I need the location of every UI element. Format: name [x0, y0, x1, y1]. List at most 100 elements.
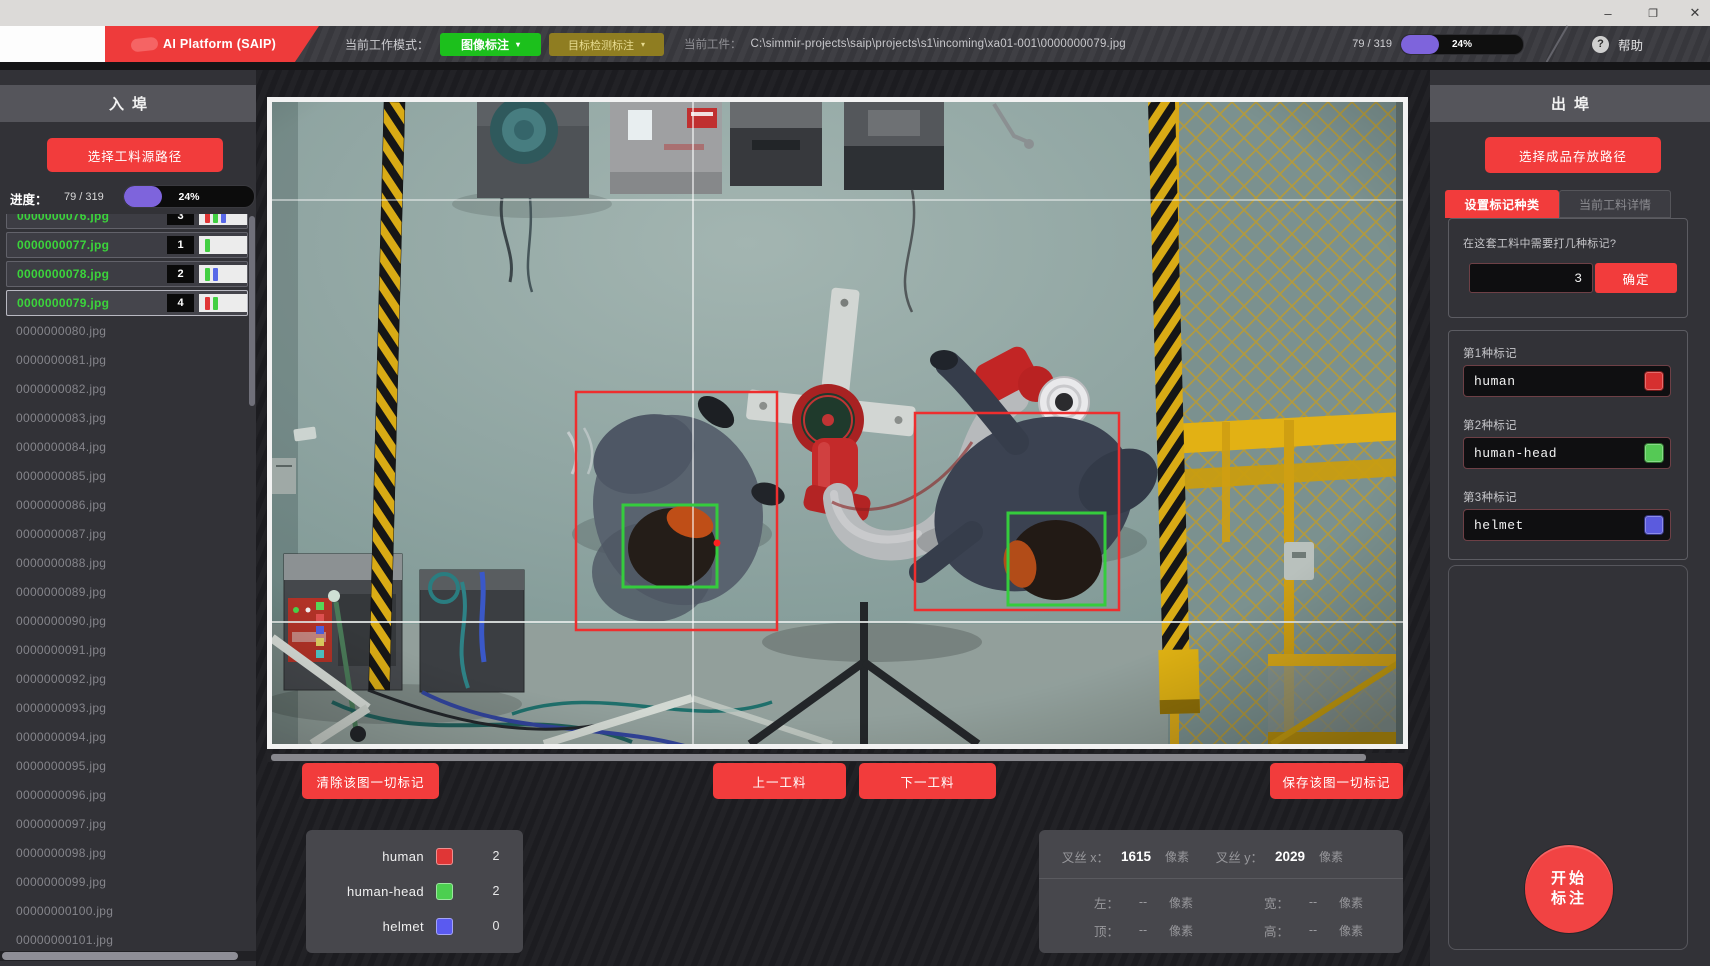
file-list-item[interactable]: 0000000086.jpg — [6, 493, 246, 517]
file-name: 0000000079.jpg — [17, 296, 109, 310]
label-count-input[interactable]: 3 — [1469, 263, 1593, 293]
file-list-item[interactable]: 0000000076.jpg3 — [6, 214, 248, 229]
label-type-group: 第2种标记 human-head — [1463, 417, 1675, 479]
help-icon: ? — [1592, 36, 1609, 53]
tab-current-item-details[interactable]: 当前工料详情 — [1559, 190, 1671, 218]
file-name: 0000000090.jpg — [16, 614, 106, 628]
label-type-title: 第2种标记 — [1463, 417, 1675, 433]
label-name-input[interactable]: human-head — [1463, 437, 1671, 469]
file-name: 00000000101.jpg — [16, 933, 113, 947]
confirm-button[interactable]: 确定 — [1595, 263, 1677, 293]
file-list-item[interactable]: 0000000094.jpg — [6, 725, 246, 749]
file-name: 0000000094.jpg — [16, 730, 106, 744]
label-types-group: 第1种标记human第2种标记human-head第3种标记helmet — [1448, 330, 1688, 560]
label-name-value: human-head — [1474, 446, 1557, 461]
file-list-item[interactable]: 0000000096.jpg — [6, 783, 246, 807]
file-list-item[interactable]: 00000000100.jpg — [6, 899, 246, 923]
coord-cell: 顶：--像素 — [1079, 921, 1193, 940]
label-color-swatch[interactable] — [1644, 371, 1664, 391]
file-list-item[interactable]: 0000000085.jpg — [6, 464, 246, 488]
legend-count: 2 — [485, 849, 507, 863]
file-name: 00000000100.jpg — [16, 904, 113, 918]
select-output-path-button[interactable]: 选择成品存放路径 — [1485, 137, 1661, 173]
output-port-title: 出埠 — [1430, 85, 1710, 122]
annotation-count-badge: 2 — [167, 265, 194, 283]
annotation-count-badge: 4 — [167, 294, 194, 312]
start-annotation-button[interactable]: 开始 标注 — [1525, 845, 1613, 933]
file-list-item[interactable]: 0000000088.jpg — [6, 551, 246, 575]
file-list-item[interactable]: 0000000078.jpg2 — [6, 261, 248, 287]
file-list-item[interactable]: 0000000084.jpg — [6, 435, 246, 459]
next-item-button[interactable]: 下一工料 — [859, 763, 996, 799]
current-file-label: 当前工件： — [684, 36, 742, 52]
file-name: 0000000099.jpg — [16, 875, 106, 889]
file-name: 0000000092.jpg — [16, 672, 106, 686]
label-name-value: human — [1474, 374, 1516, 389]
file-list-item[interactable]: 0000000083.jpg — [6, 406, 246, 430]
label-color-swatch[interactable] — [1644, 515, 1664, 535]
previous-item-button[interactable]: 上一工料 — [713, 763, 846, 799]
clear-annotations-button[interactable]: 清除该图一切标记 — [302, 763, 439, 799]
divider — [1039, 878, 1403, 879]
file-list-item[interactable]: 00000000101.jpg — [6, 928, 246, 951]
file-list-item[interactable]: 0000000087.jpg — [6, 522, 246, 546]
help-button[interactable]: ? 帮助 — [1592, 26, 1643, 62]
file-name: 0000000086.jpg — [16, 498, 106, 512]
file-list-item[interactable]: 0000000091.jpg — [6, 638, 246, 662]
class-color-chip — [199, 265, 247, 283]
coord-row: 顶：--像素高：--像素 — [1039, 918, 1403, 942]
annotation-count-badge: 1 — [167, 236, 194, 254]
file-list-item[interactable]: 0000000095.jpg — [6, 754, 246, 778]
detection-annotation-mode-button[interactable]: 目标检测标注 ▾ — [549, 33, 664, 56]
app-title: AI Platform (SAIP) — [163, 26, 276, 62]
mode-button-label: 图像标注 — [461, 36, 509, 53]
file-list-item[interactable]: 0000000077.jpg1 — [6, 232, 248, 258]
class-color-chip — [199, 214, 247, 225]
workshop-photo — [272, 102, 1403, 744]
output-port-panel: 出埠 选择成品存放路径 设置标记种类 当前工料详情 在这套工料中需要打几种标记?… — [1430, 70, 1710, 966]
legend-label: human-head — [306, 884, 424, 899]
legend-count: 2 — [485, 884, 507, 898]
minimize-icon[interactable]: – — [1593, 0, 1623, 26]
file-list-scrollbar[interactable] — [249, 216, 255, 406]
label-name-input[interactable]: human — [1463, 365, 1671, 397]
file-list-item[interactable]: 0000000089.jpg — [6, 580, 246, 604]
file-list-item[interactable]: 0000000079.jpg 4 — [6, 290, 248, 316]
file-list-item[interactable]: 0000000081.jpg — [6, 348, 246, 372]
coord-cell: 左：--像素 — [1079, 893, 1193, 912]
canvas-hscrollbar[interactable] — [267, 753, 1408, 762]
file-list-item[interactable]: 0000000099.jpg — [6, 870, 246, 894]
class-color-chip — [199, 236, 247, 254]
file-list-item[interactable]: 0000000080.jpg — [6, 319, 246, 343]
start-button-line1: 开始 — [1551, 869, 1587, 889]
close-icon[interactable]: ✕ — [1680, 0, 1710, 26]
chevron-down-icon: ▾ — [516, 41, 520, 49]
mode-button-label: 目标检测标注 — [568, 37, 634, 53]
annotation-canvas[interactable] — [267, 97, 1408, 749]
work-mode-label: 当前工作模式： — [345, 26, 429, 62]
file-name: 0000000085.jpg — [16, 469, 106, 483]
legend-row: human2 — [306, 844, 523, 868]
label-name-input[interactable]: helmet — [1463, 509, 1671, 541]
file-list-item[interactable]: 0000000092.jpg — [6, 667, 246, 691]
save-annotations-button[interactable]: 保存该图一切标记 — [1270, 763, 1403, 799]
image-annotation-mode-button[interactable]: 图像标注 ▾ — [440, 33, 541, 56]
file-list-item[interactable]: 0000000097.jpg — [6, 812, 246, 836]
file-list-item[interactable]: 0000000090.jpg — [6, 609, 246, 633]
label-count-question: 在这套工料中需要打几种标记? — [1463, 235, 1616, 251]
label-color-swatch[interactable] — [1644, 443, 1664, 463]
maximize-icon[interactable]: ❐ — [1638, 0, 1668, 26]
coord-rows: 叉丝 x：1615像素叉丝 y：2029像素左：--像素宽：--像素顶：--像素… — [1039, 844, 1403, 942]
class-color-swatch — [436, 883, 453, 900]
file-list-item[interactable]: 0000000082.jpg — [6, 377, 246, 401]
file-list-hscrollbar[interactable] — [0, 951, 256, 961]
file-name: 0000000084.jpg — [16, 440, 106, 454]
file-list[interactable]: 0000000076.jpg3 0000000077.jpg1 0000000078… — [0, 214, 256, 951]
file-list-item[interactable]: 0000000093.jpg — [6, 696, 246, 720]
start-button-line2: 标注 — [1551, 889, 1587, 909]
file-list-item[interactable]: 0000000098.jpg — [6, 841, 246, 865]
tab-set-label-types[interactable]: 设置标记种类 — [1445, 190, 1559, 218]
select-source-path-button[interactable]: 选择工料源路径 — [47, 138, 223, 172]
input-port-panel: 入埠 选择工料源路径 进度： 79 / 319 24% 0000000076.j… — [0, 70, 256, 966]
coordinates-panel: 叉丝 x：1615像素叉丝 y：2029像素左：--像素宽：--像素顶：--像素… — [1039, 830, 1403, 953]
